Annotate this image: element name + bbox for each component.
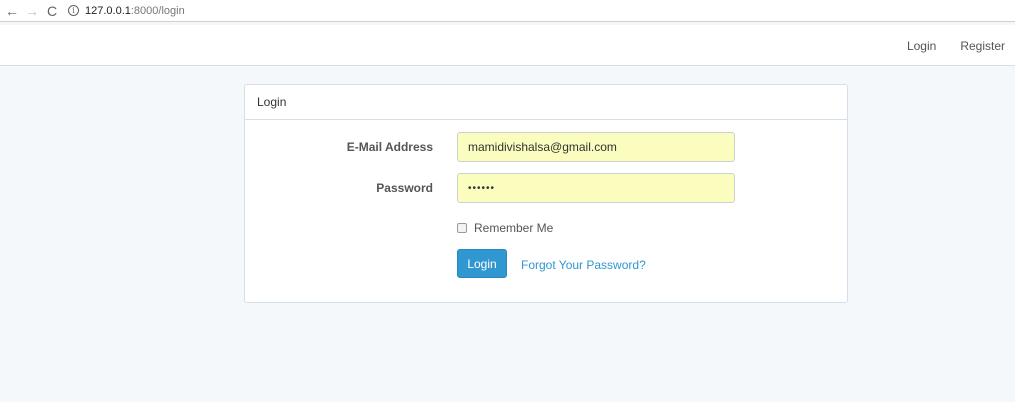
browser-toolbar: ← → C i 127.0.0.1:8000/login <box>0 0 1015 22</box>
app-navbar: Login Register <box>0 25 1015 66</box>
password-value: •••••• <box>468 182 496 194</box>
forgot-password-link[interactable]: Forgot Your Password? <box>521 258 646 272</box>
password-field[interactable]: •••••• <box>457 173 735 203</box>
login-panel: Login E-Mail Address mamidivishalsa@gmai… <box>244 84 848 303</box>
email-value: mamidivishalsa@gmail.com <box>468 140 617 154</box>
password-label: Password <box>376 181 433 195</box>
remember-me-checkbox[interactable] <box>457 223 467 233</box>
panel-heading: Login <box>245 85 847 120</box>
email-field[interactable]: mamidivishalsa@gmail.com <box>457 132 735 162</box>
url-path: :8000/login <box>130 4 185 17</box>
remember-me[interactable]: Remember Me <box>457 221 553 235</box>
navbar-links: Login Register <box>883 25 1005 66</box>
nav-register-link[interactable]: Register <box>960 39 1005 53</box>
panel-title: Login <box>257 95 287 109</box>
email-label: E-Mail Address <box>346 140 433 154</box>
login-button[interactable]: Login <box>457 249 507 278</box>
back-arrow-icon[interactable]: ← <box>2 1 22 21</box>
url-host: 127.0.0.1 <box>85 4 131 17</box>
nav-login-link[interactable]: Login <box>907 39 936 53</box>
reload-icon[interactable]: C <box>42 1 62 21</box>
remember-me-label: Remember Me <box>474 221 554 235</box>
forward-arrow-icon[interactable]: → <box>22 1 42 21</box>
info-icon[interactable]: i <box>68 5 79 16</box>
address-bar[interactable]: i 127.0.0.1:8000/login <box>68 1 1015 21</box>
